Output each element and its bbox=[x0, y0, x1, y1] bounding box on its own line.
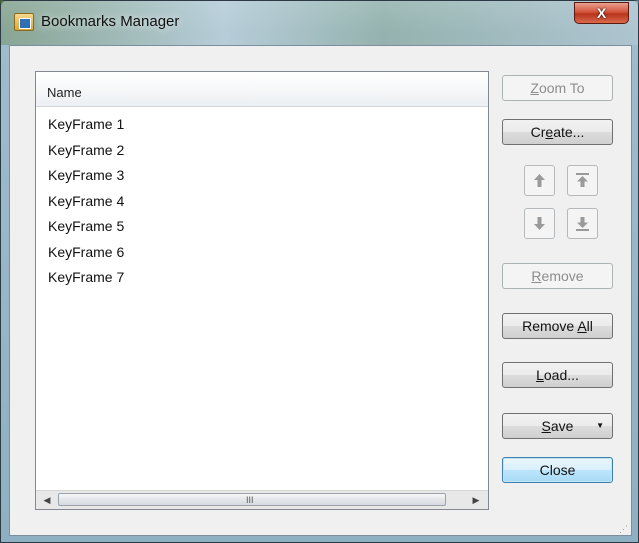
scrollbar-thumb[interactable]: III bbox=[58, 493, 446, 506]
window-title: Bookmarks Manager bbox=[41, 13, 180, 30]
list-item[interactable]: KeyFrame 5 bbox=[36, 214, 488, 240]
chevron-down-icon[interactable]: ▼ bbox=[596, 414, 604, 438]
remove-all-label-rest: ll bbox=[586, 318, 593, 334]
create-button[interactable]: Create... bbox=[502, 119, 613, 145]
move-down-button[interactable] bbox=[524, 208, 555, 239]
create-label-pre: Cr bbox=[530, 124, 546, 140]
bookmarks-app-icon bbox=[14, 13, 34, 31]
remove-all-button[interactable]: Remove All bbox=[502, 313, 613, 339]
list-item[interactable]: KeyFrame 3 bbox=[36, 163, 488, 189]
list-item[interactable]: KeyFrame 1 bbox=[36, 112, 488, 138]
bookmarks-rows: KeyFrame 1 KeyFrame 2 KeyFrame 3 KeyFram… bbox=[36, 112, 488, 291]
list-item[interactable]: KeyFrame 4 bbox=[36, 189, 488, 215]
remove-label: emove bbox=[541, 268, 584, 284]
create-label-rest: ate... bbox=[553, 124, 585, 140]
move-to-top-button[interactable] bbox=[567, 165, 598, 196]
arrow-to-top-icon bbox=[576, 173, 589, 187]
resize-grip-icon[interactable]: ⋰ bbox=[619, 524, 629, 534]
save-label: ave bbox=[550, 418, 574, 434]
chevron-left-icon[interactable]: ◀ bbox=[38, 491, 56, 509]
list-item[interactable]: KeyFrame 7 bbox=[36, 265, 488, 291]
remove-all-mnemonic: A bbox=[577, 318, 587, 334]
save-split-button[interactable]: Save ▼ bbox=[502, 413, 613, 439]
load-label: oad... bbox=[543, 367, 579, 383]
arrow-up-icon bbox=[534, 174, 545, 187]
list-item[interactable]: KeyFrame 6 bbox=[36, 240, 488, 266]
bookmarks-list[interactable]: Name KeyFrame 1 KeyFrame 2 KeyFrame 3 Ke… bbox=[35, 71, 489, 510]
horizontal-scrollbar[interactable]: ◀ III ▶ bbox=[36, 490, 488, 509]
bookmarks-manager-window: Bookmarks Manager X Name KeyFrame 1 KeyF… bbox=[0, 0, 639, 543]
remove-all-label-pre: Remove bbox=[522, 318, 578, 334]
load-mnemonic: L bbox=[536, 367, 544, 383]
dialog-client-area: Name KeyFrame 1 KeyFrame 2 KeyFrame 3 Ke… bbox=[9, 45, 632, 536]
title-bar[interactable]: Bookmarks Manager X bbox=[1, 1, 638, 45]
zoom-to-label: oom To bbox=[538, 80, 585, 96]
arrow-to-bottom-icon bbox=[576, 217, 589, 231]
move-up-button[interactable] bbox=[524, 165, 555, 196]
scroll-grip: III bbox=[246, 495, 254, 505]
remove-mnemonic: R bbox=[531, 268, 542, 284]
save-mnemonic: S bbox=[541, 418, 551, 434]
close-window-button[interactable]: X bbox=[574, 2, 629, 24]
remove-button[interactable]: Remove bbox=[502, 263, 613, 289]
load-button[interactable]: Load... bbox=[502, 362, 613, 388]
close-button[interactable]: Close bbox=[502, 457, 613, 483]
zoom-to-button[interactable]: Zoom To bbox=[502, 75, 613, 101]
move-to-bottom-button[interactable] bbox=[567, 208, 598, 239]
column-header-name[interactable]: Name bbox=[36, 72, 488, 107]
zoom-to-mnemonic: Z bbox=[530, 80, 539, 96]
chevron-right-icon[interactable]: ▶ bbox=[467, 491, 485, 509]
list-item[interactable]: KeyFrame 2 bbox=[36, 138, 488, 164]
arrow-down-icon bbox=[534, 217, 545, 230]
